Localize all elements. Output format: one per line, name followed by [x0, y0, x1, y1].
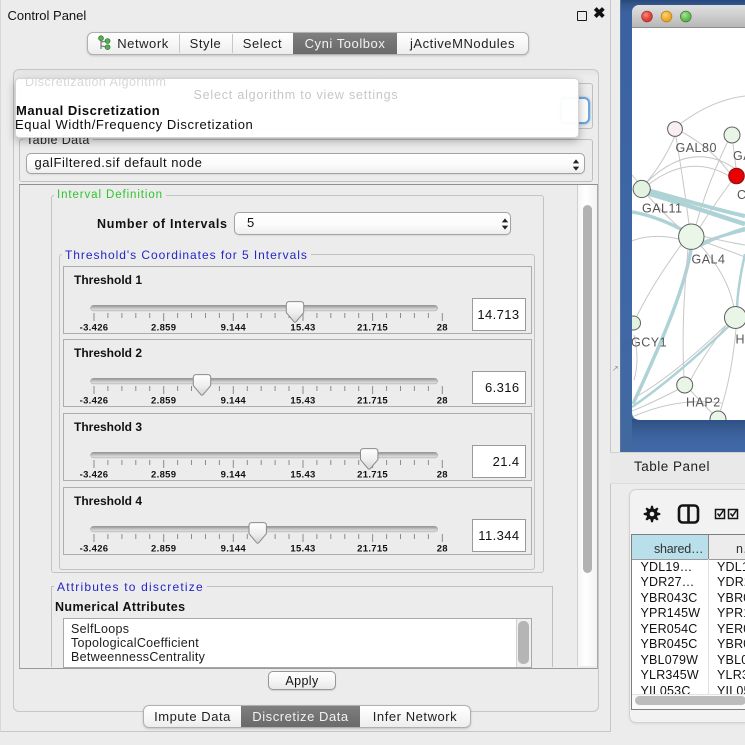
- svg-text:-3.426: -3.426: [80, 470, 109, 480]
- svg-text:2.859: 2.859: [151, 323, 176, 333]
- svg-text:-3.426: -3.426: [80, 396, 109, 406]
- svg-text:GCY1: GCY1: [632, 336, 667, 350]
- svg-text:2.859: 2.859: [151, 470, 176, 480]
- svg-text:21.715: 21.715: [357, 396, 388, 406]
- svg-text:28: 28: [437, 396, 448, 406]
- svg-text:9.144: 9.144: [221, 470, 247, 480]
- svg-text:15.43: 15.43: [290, 396, 315, 406]
- svg-text:GAL: GAL: [733, 149, 745, 163]
- svg-text:28: 28: [437, 323, 448, 333]
- svg-text:21.715: 21.715: [357, 323, 388, 333]
- svg-text:9.144: 9.144: [221, 543, 247, 553]
- svg-text:15.43: 15.43: [290, 543, 315, 553]
- svg-text:CR: CR: [737, 188, 745, 202]
- svg-text:2.859: 2.859: [151, 396, 176, 406]
- svg-text:GAL80: GAL80: [676, 141, 717, 155]
- svg-text:GAL11: GAL11: [642, 202, 683, 216]
- svg-text:HAP2: HAP2: [686, 396, 721, 410]
- svg-text:2.859: 2.859: [151, 543, 176, 553]
- svg-text:21.715: 21.715: [357, 543, 388, 553]
- svg-text:-3.426: -3.426: [80, 323, 109, 333]
- svg-text:HIS: HIS: [736, 333, 745, 347]
- svg-text:15.43: 15.43: [290, 470, 315, 480]
- svg-text:28: 28: [437, 470, 448, 480]
- svg-text:-3.426: -3.426: [80, 543, 109, 553]
- svg-text:9.144: 9.144: [221, 396, 247, 406]
- svg-text:28: 28: [437, 543, 448, 553]
- svg-text:9.144: 9.144: [221, 323, 247, 333]
- svg-text:21.715: 21.715: [357, 470, 388, 480]
- svg-text:GAL4: GAL4: [692, 253, 726, 267]
- svg-text:15.43: 15.43: [290, 323, 315, 333]
